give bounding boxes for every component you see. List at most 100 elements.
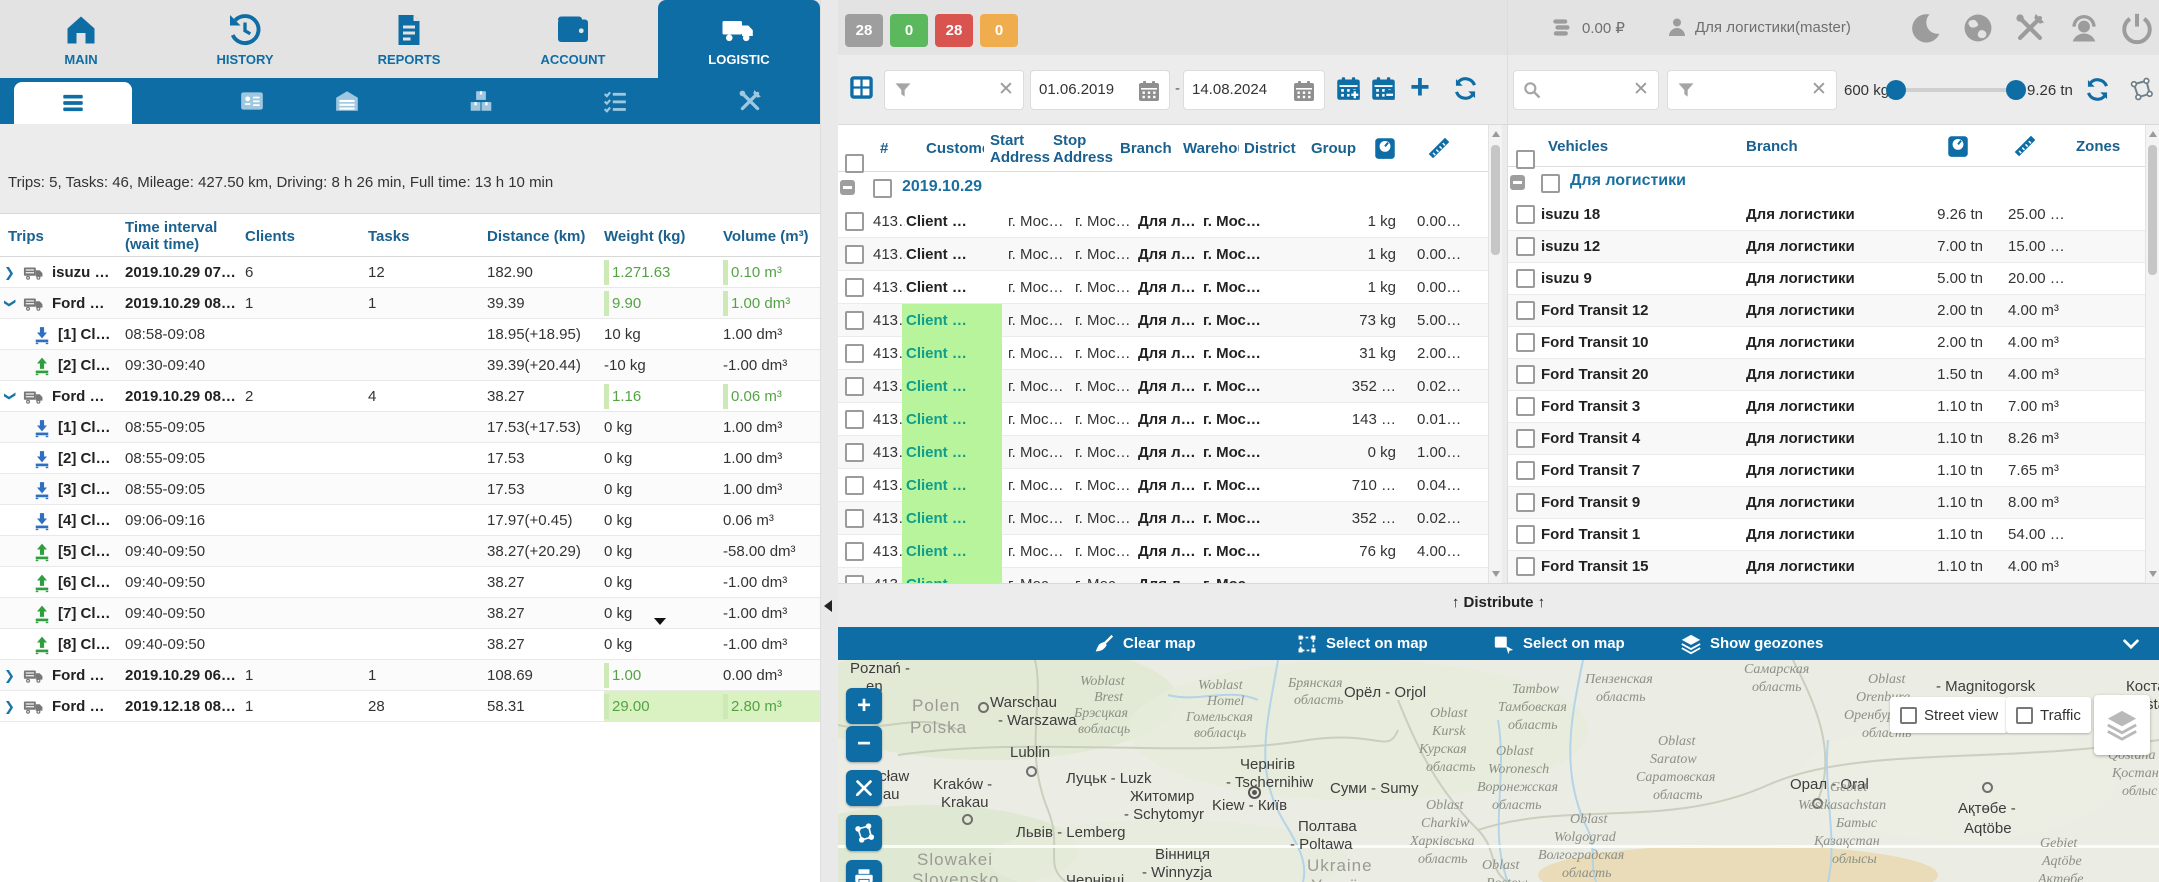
select-on-map-area-button[interactable]: Select on map <box>1493 627 1625 660</box>
vehicle-checkbox[interactable] <box>1516 301 1535 320</box>
order-row[interactable]: 413… Client … г. Мос… г. Мос… Для л… г. … <box>838 271 1488 304</box>
collapse-panel-icon[interactable] <box>824 600 832 612</box>
order-checkbox[interactable] <box>845 443 864 462</box>
task-row[interactable]: [3] Cl… 08:55-09:05 17.53 0 kg 1.00 dm³ <box>0 474 820 505</box>
vehicle-checkbox[interactable] <box>1516 237 1535 256</box>
order-row[interactable]: 413… Client … г. Мос… г. Мос… Для л… г. … <box>838 568 1488 583</box>
capacity-column-icon[interactable] <box>1945 133 1971 159</box>
panel-divider[interactable] <box>820 0 838 882</box>
task-row[interactable]: [4] Cl… 09:06-09:16 17.97(+0.45) 0 kg 0.… <box>0 505 820 536</box>
volume-column-icon[interactable] <box>2010 133 2040 159</box>
vehicle-search-field[interactable]: ✕ <box>1513 70 1659 110</box>
order-checkbox[interactable] <box>845 476 864 495</box>
vehicle-checkbox[interactable] <box>1516 333 1535 352</box>
traffic-checkbox[interactable] <box>2016 707 2033 724</box>
nav-tab-main[interactable]: MAIN <box>6 0 156 78</box>
col-customer[interactable]: Customer <box>926 125 984 172</box>
col-volume[interactable]: Volume (m³) <box>723 214 809 258</box>
vehicle-row[interactable]: Ford Transit 7 Для логистики 1.10 tn 7.6… <box>1508 455 2146 487</box>
col-warehouse[interactable]: Warehouse <box>1183 125 1239 172</box>
map-zoom-out-button[interactable]: − <box>846 726 882 762</box>
slider-handle-min[interactable] <box>1886 80 1906 100</box>
col-branch[interactable]: Branch <box>1746 125 1798 167</box>
order-row[interactable]: 413… Client … г. Мос… г. Мос… Для л… г. … <box>838 304 1488 337</box>
col-distance[interactable]: Distance (km) <box>487 214 585 258</box>
calendar-icon[interactable] <box>1292 79 1316 103</box>
vehicle-row[interactable]: Ford Transit 9 Для логистики 1.10 tn 8.0… <box>1508 487 2146 519</box>
col-vehicles[interactable]: Vehicles <box>1548 125 1608 167</box>
group-checkbox[interactable] <box>873 179 892 198</box>
vehicle-checkbox[interactable] <box>1516 429 1535 448</box>
task-row[interactable]: [2] Cl… 08:55-09:05 17.53 0 kg 1.00 dm³ <box>0 443 820 474</box>
subtab-settings[interactable] <box>707 78 793 124</box>
vehicles-group-row[interactable]: Для логистики <box>1508 167 2146 199</box>
nav-tab-reports[interactable]: REPORTS <box>334 0 484 78</box>
vehicle-row[interactable]: isuzu 18 Для логистики 9.26 tn 25.00 … <box>1508 199 2146 231</box>
clear-map-button[interactable]: Clear map <box>1093 627 1196 660</box>
vehicle-checkbox[interactable] <box>1516 525 1535 544</box>
subtab-trips[interactable] <box>14 82 132 124</box>
capacity-range-slider[interactable] <box>1896 88 2016 92</box>
geozones-polygon-icon[interactable] <box>2128 76 2154 102</box>
map-measure-button[interactable] <box>846 770 882 806</box>
map-polygon-button[interactable] <box>846 815 882 851</box>
vehicles-scrollbar[interactable] <box>2145 125 2159 583</box>
vehicle-row[interactable]: Ford Transit 4 Для логистики 1.10 tn 8.2… <box>1508 423 2146 455</box>
trip-row[interactable]: ❯ Ford … 2019.10.29 08… 2 4 38.27 1.16 0… <box>0 381 820 412</box>
vehicle-row[interactable]: Ford Transit 10 Для логистики 2.00 tn 4.… <box>1508 327 2146 359</box>
subtab-warehouses[interactable] <box>304 78 390 124</box>
vehicle-checkbox[interactable] <box>1516 397 1535 416</box>
slider-handle-max[interactable] <box>2006 80 2026 100</box>
vehicle-filter-field[interactable]: ✕ <box>1667 70 1837 110</box>
trip-row[interactable]: ❯ Ford … 2019.10.29 08… 1 1 39.39 9.90 1… <box>0 288 820 319</box>
order-row[interactable]: 413… Client … г. Мос… г. Мос… Для л… г. … <box>838 238 1488 271</box>
vehicle-row[interactable]: isuzu 12 Для логистики 7.00 tn 15.00 … <box>1508 231 2146 263</box>
map-layers-button[interactable] <box>2094 695 2150 755</box>
vehicle-row[interactable]: isuzu 9 Для логистики 5.00 tn 20.00 … <box>1508 263 2146 295</box>
counter-badge-3[interactable]: 0 <box>980 14 1018 47</box>
order-row[interactable]: 413… Client … г. Мос… г. Мос… Для л… г. … <box>838 436 1488 469</box>
order-checkbox[interactable] <box>845 509 864 528</box>
vehicle-checkbox[interactable] <box>1516 365 1535 384</box>
order-row[interactable]: 413… Client … г. Мос… г. Мос… Для л… г. … <box>838 370 1488 403</box>
collapse-group-icon[interactable] <box>840 180 855 195</box>
counter-badge-2[interactable]: 28 <box>935 14 973 47</box>
group-checkbox[interactable] <box>1541 174 1560 193</box>
order-row[interactable]: 413… Client … г. Мос… г. Мос… Для л… г. … <box>838 337 1488 370</box>
orders-date-from-input[interactable] <box>1031 71 1143 107</box>
col-group[interactable]: Group <box>1311 125 1356 172</box>
col-stop-address[interactable]: StopAddress <box>1053 125 1113 172</box>
collapse-group-icon[interactable] <box>1510 175 1525 190</box>
order-checkbox[interactable] <box>845 575 864 583</box>
calendar-add-icon[interactable] <box>1335 75 1362 102</box>
orders-scrollbar[interactable] <box>1488 125 1502 583</box>
orders-group-row[interactable]: 2019.10.29 <box>838 172 1488 205</box>
add-order-icon[interactable]: + <box>1410 68 1430 107</box>
street-view-checkbox[interactable] <box>1900 707 1917 724</box>
vehicle-checkbox[interactable] <box>1516 205 1535 224</box>
vehicle-checkbox[interactable] <box>1516 557 1535 576</box>
subtab-orders[interactable] <box>438 78 524 124</box>
col-trips[interactable]: Trips <box>8 214 44 258</box>
subtab-planning[interactable] <box>572 78 658 124</box>
order-checkbox[interactable] <box>845 278 864 297</box>
vehicle-row[interactable]: Ford Transit 15 Для логистики 1.10 tn 4.… <box>1508 551 2146 583</box>
select-on-map-polygon-button[interactable]: Select on map <box>1296 627 1428 660</box>
col-weight[interactable]: Weight (kg) <box>604 214 685 258</box>
map-zoom-in-button[interactable]: + <box>846 688 882 724</box>
col-district[interactable]: District <box>1244 125 1296 172</box>
expand-chevron-icon[interactable]: ❯ <box>4 298 26 310</box>
calendar-icon[interactable] <box>1137 79 1161 103</box>
col-zones[interactable]: Zones <box>2076 125 2120 167</box>
order-row[interactable]: 413… Client … г. Мос… г. Мос… Для л… г. … <box>838 205 1488 238</box>
calendar-remove-icon[interactable] <box>1370 75 1397 102</box>
clear-search-icon[interactable]: ✕ <box>1631 80 1651 100</box>
order-checkbox[interactable] <box>845 212 864 231</box>
order-row[interactable]: 413… Client … г. Мос… г. Мос… Для л… г. … <box>838 469 1488 502</box>
order-row[interactable]: 413… Client … г. Мос… г. Мос… Для л… г. … <box>838 535 1488 568</box>
expand-chevron-icon[interactable]: ❯ <box>4 660 16 691</box>
grid-view-icon[interactable] <box>848 74 875 101</box>
orders-date-to[interactable] <box>1183 70 1325 110</box>
vehicle-checkbox[interactable] <box>1516 461 1535 480</box>
expand-chevron-icon[interactable]: ❯ <box>4 691 16 722</box>
